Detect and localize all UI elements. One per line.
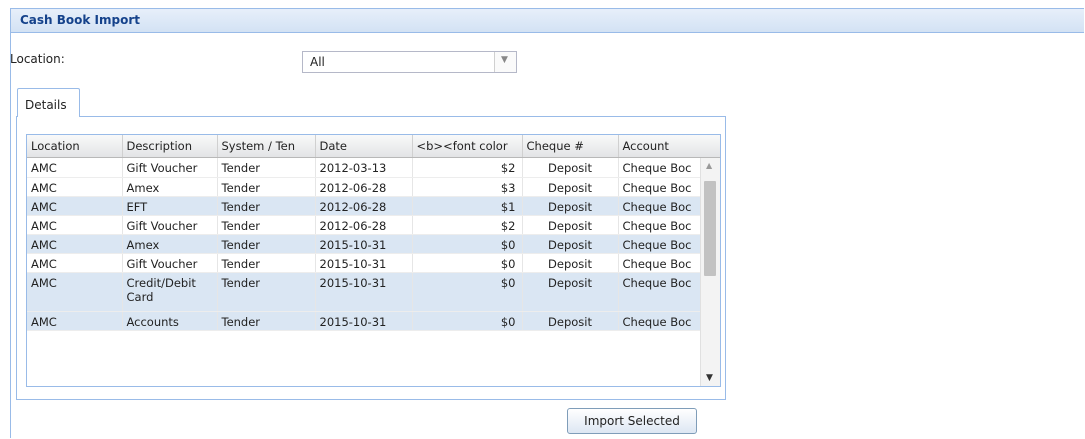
cell-amount: $3 xyxy=(412,177,523,197)
grid-header: Location Description System / Ten Date <… xyxy=(27,135,704,158)
cell-account: Cheque Boc xyxy=(618,215,704,235)
cell-date: 2012-06-28 xyxy=(315,177,413,197)
cell-account: Cheque Boc xyxy=(618,311,704,331)
cell-system: Tender xyxy=(217,177,316,197)
cell-location: AMC xyxy=(27,253,123,273)
cell-description: Gift Voucher xyxy=(122,215,218,235)
table-row[interactable]: AMC Amex Tender 2015-10-31 $0 Deposit Ch… xyxy=(27,234,704,254)
import-selected-button[interactable]: Import Selected xyxy=(567,408,697,434)
cell-account: Cheque Boc xyxy=(618,196,704,216)
cell-amount: $0 xyxy=(412,253,523,273)
cash-book-grid: Location Description System / Ten Date <… xyxy=(26,134,721,387)
cell-description: Amex xyxy=(122,234,218,254)
cell-location: AMC xyxy=(27,215,123,235)
cell-location: AMC xyxy=(27,234,123,254)
column-header-account[interactable]: Account xyxy=(618,135,704,158)
column-header-cheque[interactable]: Cheque # xyxy=(522,135,619,158)
cell-amount: $0 xyxy=(412,272,523,312)
cell-amount: $2 xyxy=(412,158,523,178)
cell-description: Gift Voucher xyxy=(122,253,218,273)
cell-date: 2015-10-31 xyxy=(315,272,413,312)
column-header-description[interactable]: Description xyxy=(122,135,218,158)
cell-account: Cheque Boc xyxy=(618,253,704,273)
tab-details[interactable]: Details xyxy=(17,88,80,117)
location-label: Location: xyxy=(10,52,65,66)
table-row[interactable]: AMC Gift Voucher Tender 2012-03-13 $2 De… xyxy=(27,158,704,178)
cell-cheque: Deposit xyxy=(522,215,619,235)
grid-header-corner xyxy=(701,135,720,158)
table-row[interactable]: AMC Gift Voucher Tender 2012-06-28 $2 De… xyxy=(27,215,704,235)
panel-header: Cash Book Import xyxy=(11,9,1084,33)
arrow-down-icon[interactable]: ▼ xyxy=(706,373,713,383)
table-row[interactable]: AMC EFT Tender 2012-06-28 $1 Deposit Che… xyxy=(27,196,704,216)
cell-cheque: Deposit xyxy=(522,177,619,197)
arrow-up-icon[interactable]: ▲ xyxy=(706,161,712,170)
panel-title: Cash Book Import xyxy=(20,13,141,27)
cell-location: AMC xyxy=(27,311,123,331)
cell-cheque: Deposit xyxy=(522,158,619,178)
cell-system: Tender xyxy=(217,272,316,312)
cell-description: Credit/Debit Card xyxy=(122,272,218,312)
cell-amount: $0 xyxy=(412,311,523,331)
cell-description: Amex xyxy=(122,177,218,197)
cell-system: Tender xyxy=(217,196,316,216)
column-header-date[interactable]: Date xyxy=(315,135,413,158)
combo-trigger-button[interactable]: ▼ xyxy=(494,52,516,72)
cell-cheque: Deposit xyxy=(522,196,619,216)
cell-cheque: Deposit xyxy=(522,272,619,312)
cell-account: Cheque Boc xyxy=(618,272,704,312)
cell-system: Tender xyxy=(217,234,316,254)
column-header-system-tender[interactable]: System / Ten xyxy=(217,135,316,158)
cell-cheque: Deposit xyxy=(522,311,619,331)
cell-date: 2015-10-31 xyxy=(315,234,413,254)
cell-location: AMC xyxy=(27,177,123,197)
tab-details-label: Details xyxy=(25,98,67,112)
cell-amount: $2 xyxy=(412,215,523,235)
grid-body: AMC Gift Voucher Tender 2012-03-13 $2 De… xyxy=(27,158,704,331)
table-row[interactable]: AMC Amex Tender 2012-06-28 $3 Deposit Ch… xyxy=(27,177,704,197)
table-row[interactable]: AMC Gift Voucher Tender 2015-10-31 $0 De… xyxy=(27,253,704,273)
cell-date: 2015-10-31 xyxy=(315,253,413,273)
cell-cheque: Deposit xyxy=(522,234,619,254)
cell-amount: $1 xyxy=(412,196,523,216)
cell-description: Gift Voucher xyxy=(122,158,218,178)
cell-account: Cheque Boc xyxy=(618,177,704,197)
cell-account: Cheque Boc xyxy=(618,234,704,254)
cell-amount: $0 xyxy=(412,234,523,254)
cell-date: 2012-06-28 xyxy=(315,196,413,216)
location-combo-value: All xyxy=(310,55,325,69)
column-header-amount[interactable]: <b><font color xyxy=(412,135,523,158)
table-row[interactable]: AMC Credit/Debit Card Tender 2015-10-31 … xyxy=(27,272,704,312)
cell-date: 2015-10-31 xyxy=(315,311,413,331)
cell-account: Cheque Boc xyxy=(618,158,704,178)
scrollbar-thumb[interactable] xyxy=(704,181,716,276)
cell-location: AMC xyxy=(27,196,123,216)
cell-system: Tender xyxy=(217,158,316,178)
cell-system: Tender xyxy=(217,253,316,273)
cell-description: Accounts xyxy=(122,311,218,331)
location-combo[interactable]: All ▼ xyxy=(302,51,517,73)
cell-system: Tender xyxy=(217,215,316,235)
cell-description: EFT xyxy=(122,196,218,216)
cell-date: 2012-06-28 xyxy=(315,215,413,235)
cell-date: 2012-03-13 xyxy=(315,158,413,178)
cell-system: Tender xyxy=(217,311,316,331)
table-row[interactable]: AMC Accounts Tender 2015-10-31 $0 Deposi… xyxy=(27,311,704,331)
grid-vertical-scrollbar[interactable]: ▲ ▼ xyxy=(700,158,720,386)
cell-location: AMC xyxy=(27,272,123,312)
chevron-down-icon: ▼ xyxy=(501,55,508,65)
cell-cheque: Deposit xyxy=(522,253,619,273)
column-header-location[interactable]: Location xyxy=(27,135,123,158)
cell-location: AMC xyxy=(27,158,123,178)
